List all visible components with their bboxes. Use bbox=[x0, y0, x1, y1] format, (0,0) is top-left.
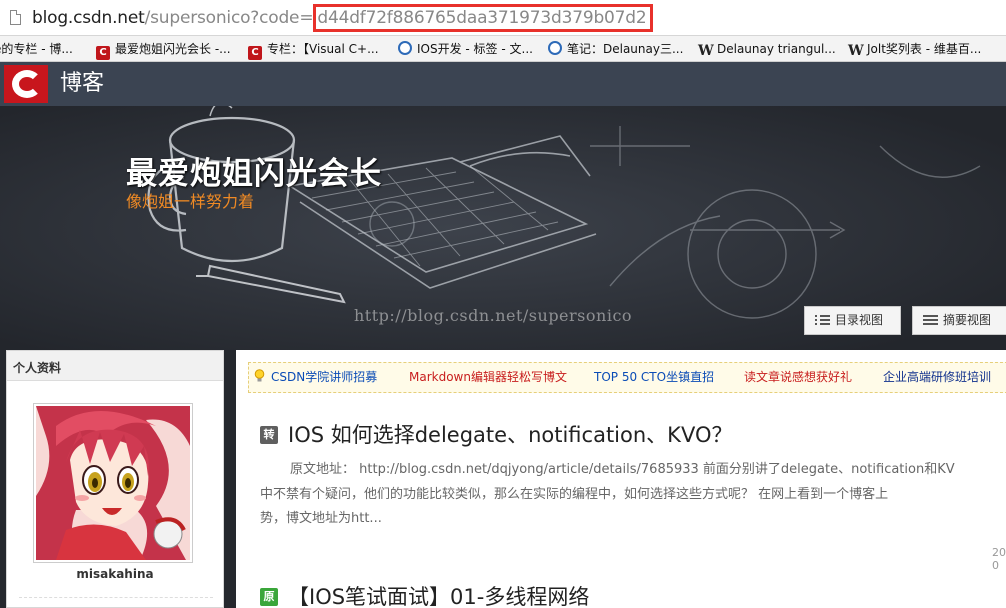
promo-link[interactable]: Markdown编辑器轻松写博文 bbox=[409, 363, 567, 392]
promo-link[interactable]: CSDN学院讲师招募 bbox=[271, 363, 377, 392]
article-title-link[interactable]: 【IOS笔试面试】01-多线程网络 bbox=[288, 582, 589, 608]
avatar-image bbox=[36, 406, 190, 560]
bookmark-item[interactable]: e的专栏 - 博... bbox=[0, 36, 73, 61]
excerpt-line: 中不禁有个疑问，他们的功能比较类似，那么在实际的编程中，如何选择这些方式呢？ 在… bbox=[260, 486, 889, 502]
blog-title[interactable]: 最爱炮姐闪光会长 bbox=[126, 148, 382, 193]
bookmark-item[interactable]: C 专栏：【Visual C+... bbox=[248, 36, 379, 61]
watermark-text: http://blog.csdn.net/supersonico bbox=[354, 306, 633, 325]
bookmark-item[interactable]: W Jolt奖列表 - 维基百... bbox=[848, 36, 982, 61]
iteye-icon bbox=[398, 41, 412, 55]
catalog-view-button[interactable]: 目录视图 bbox=[804, 306, 901, 335]
profile-heading: 个人资料 bbox=[7, 351, 223, 381]
article-title-link[interactable]: IOS 如何选择delegate、notification、KVO？ bbox=[288, 420, 732, 450]
csdn-icon: C bbox=[248, 46, 262, 60]
bookmark-label: IOS开发 - 标签 - 文... bbox=[417, 42, 533, 56]
excerpt-line: 势，博文地址为htt... bbox=[260, 511, 382, 526]
wikipedia-icon: W bbox=[698, 43, 714, 59]
catalog-view-label: 目录视图 bbox=[835, 313, 884, 327]
article-date: 2015-0 bbox=[992, 546, 1006, 572]
csdn-icon: C bbox=[96, 46, 110, 60]
address-bar[interactable]: blog.csdn.net/supersonico?code= d44df72f8… bbox=[0, 0, 1006, 36]
divider bbox=[19, 597, 213, 598]
promo-link[interactable]: TOP 50 CTO坐镇直招 bbox=[594, 363, 714, 392]
iteye-icon bbox=[548, 41, 562, 55]
blog-banner: 最爱炮姐闪光会长 像炮姐一样努力着 http://blog.csdn.net/s… bbox=[0, 106, 1006, 350]
bookmark-label: 专栏：【Visual C+... bbox=[267, 42, 379, 56]
url-code-highlight: d44df72f886765daa371973d379b07d2 bbox=[313, 4, 654, 32]
url-field[interactable]: blog.csdn.net/supersonico?code= d44df72f8… bbox=[32, 4, 654, 32]
bookmark-label: Delaunay triangul... bbox=[717, 42, 836, 56]
bookmark-item[interactable]: C 最爱炮姐闪光会长 -... bbox=[96, 36, 231, 61]
blog-subtitle: 像炮姐一样努力着 bbox=[126, 192, 255, 211]
wikipedia-icon: W bbox=[848, 43, 864, 59]
bookmark-label: 笔记：Delaunay三... bbox=[567, 42, 684, 56]
csdn-logo[interactable] bbox=[4, 65, 48, 103]
original-badge: 原 bbox=[260, 588, 278, 606]
bookmark-label: e的专栏 - 博... bbox=[0, 42, 73, 56]
site-topbar: 博客 bbox=[0, 62, 1006, 106]
profile-panel: 个人资料 misakahina bbox=[6, 350, 224, 608]
url-path: /supersonico?code= bbox=[144, 8, 314, 28]
bookmark-label: 最爱炮姐闪光会长 -... bbox=[115, 42, 231, 56]
list-icon bbox=[815, 315, 830, 326]
promo-link[interactable]: 企业高端研修班培训 bbox=[883, 363, 991, 392]
promo-strip: CSDN学院讲师招募 Markdown编辑器轻松写博文 TOP 50 CTO坐镇… bbox=[248, 362, 1006, 393]
summary-icon bbox=[923, 315, 938, 326]
bookmark-label: Jolt奖列表 - 维基百... bbox=[867, 42, 982, 56]
bookmark-item[interactable]: W Delaunay triangul... bbox=[698, 36, 836, 61]
article-list: CSDN学院讲师招募 Markdown编辑器轻松写博文 TOP 50 CTO坐镇… bbox=[236, 350, 1006, 608]
csdn-logo-mark bbox=[12, 70, 42, 98]
site-section-title[interactable]: 博客 bbox=[60, 68, 104, 100]
profile-username[interactable]: misakahina bbox=[7, 567, 223, 581]
bookmark-item[interactable]: 笔记：Delaunay三... bbox=[548, 36, 684, 61]
summary-view-button[interactable]: 摘要视图 bbox=[912, 306, 1006, 335]
url-host: blog.csdn.net bbox=[32, 8, 145, 28]
bookmark-item[interactable]: IOS开发 - 标签 - 文... bbox=[398, 36, 533, 61]
bookmarks-bar: e的专栏 - 博... C 最爱炮姐闪光会长 -... C 专栏：【Visual C… bbox=[0, 36, 1006, 62]
avatar[interactable] bbox=[33, 403, 193, 563]
excerpt-line: 原文地址： http://blog.csdn.net/dqjyong/artic… bbox=[290, 462, 955, 477]
repost-badge: 转 bbox=[260, 426, 278, 444]
lightbulb-icon bbox=[254, 369, 265, 382]
summary-view-label: 摘要视图 bbox=[943, 313, 992, 327]
promo-link[interactable]: 读文章说感想获好礼 bbox=[744, 363, 852, 392]
page-icon bbox=[10, 10, 21, 25]
article-excerpt: 原文地址： http://blog.csdn.net/dqjyong/artic… bbox=[260, 458, 1006, 532]
